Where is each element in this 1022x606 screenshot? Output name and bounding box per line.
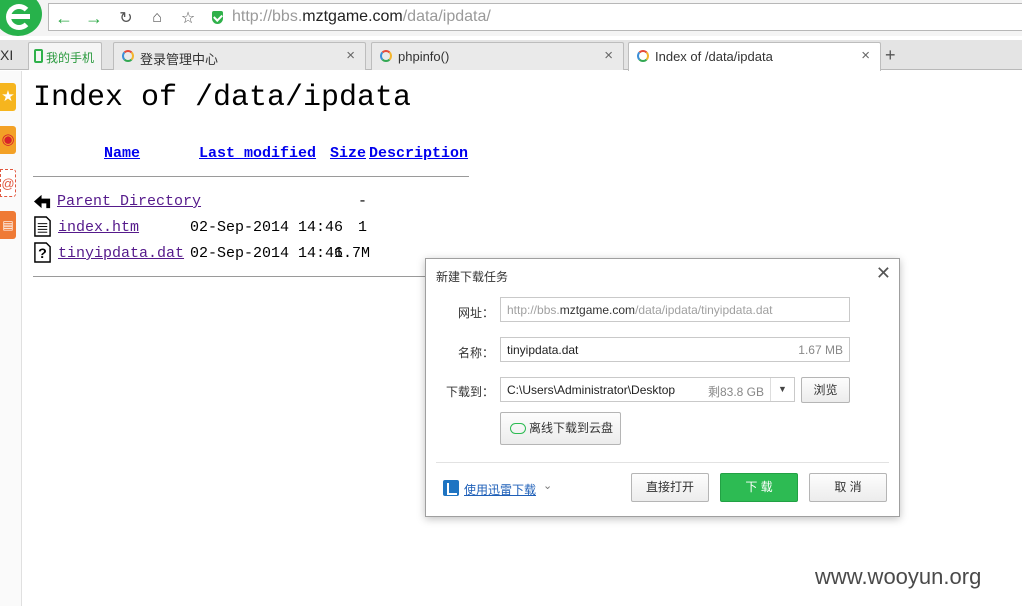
tab-phpinfo[interactable]: phpinfo() ×: [371, 42, 624, 70]
close-tab-icon[interactable]: ×: [604, 47, 613, 64]
dialog-url-path: /data/ipdata/tinyipdata.dat: [635, 303, 773, 317]
thunder-icon: [443, 480, 459, 496]
double-chevron-down-icon[interactable]: ⌄: [543, 479, 552, 492]
page-favicon-icon: [380, 50, 392, 62]
filename-label: 名称：: [457, 346, 494, 360]
tab-index-ipdata[interactable]: Index of /data/ipdata ×: [628, 42, 881, 71]
save-path-select[interactable]: C:\Users\Administrator\Desktop 剩83.8 GB …: [500, 377, 795, 402]
browser-toolbar: ← → ↻ ⌂ ☆ http://bbs.mztgame.com/data/ip…: [0, 0, 1022, 36]
tab-edge-label: XI: [0, 47, 14, 63]
filename-field[interactable]: tinyipdata.dat 1.67 MB: [500, 337, 850, 362]
watermark: www.wooyun.org: [815, 564, 982, 589]
file-link-tinyipdata-dat[interactable]: tinyipdata.dat: [58, 245, 184, 262]
mail-icon[interactable]: @: [0, 169, 16, 197]
download-url-field[interactable]: http://bbs.mztgame.com/data/ipdata/tinyi…: [500, 297, 850, 322]
bookmark-star-icon[interactable]: ☆: [177, 8, 199, 28]
new-download-dialog: 新建下载任务 ✕ 网址： http://bbs.mztgame.com/data…: [425, 258, 900, 517]
browse-button[interactable]: 浏览: [801, 377, 850, 403]
row-modified: 02-Sep-2014 14:46: [190, 245, 344, 262]
dialog-title: 新建下载任务: [436, 270, 509, 284]
row-size: 1: [358, 219, 368, 236]
open-directly-button[interactable]: 直接打开: [631, 473, 709, 502]
weibo-icon[interactable]: ◉: [0, 126, 16, 154]
save-path-value: C:\Users\Administrator\Desktop: [507, 383, 676, 397]
download-button[interactable]: 下 载: [720, 473, 798, 502]
filename-value: tinyipdata.dat: [507, 343, 579, 357]
page-favicon-icon: [637, 50, 649, 62]
svg-text:?: ?: [38, 246, 47, 262]
page-title: Index of /data/ipdata: [33, 81, 412, 115]
file-size: 1.67 MB: [798, 343, 843, 357]
back-arrow-icon[interactable]: ←: [53, 8, 75, 28]
close-tab-icon[interactable]: ×: [861, 47, 870, 64]
refresh-icon[interactable]: ↻: [115, 8, 137, 28]
chevron-down-icon[interactable]: ▼: [770, 378, 794, 401]
column-description-link[interactable]: Description: [369, 145, 468, 162]
save-to-label: 下载到：: [445, 385, 494, 399]
dialog-url-prefix: http://bbs.: [507, 303, 560, 317]
free-space: 剩83.8 GB: [707, 385, 764, 399]
tab-label: Index of /data/ipdata: [655, 49, 773, 64]
use-thunder-link[interactable]: 使用迅雷下载: [464, 481, 536, 498]
tab-label: 我的手机: [46, 51, 95, 65]
browser-logo-icon[interactable]: [0, 0, 42, 36]
tab-strip: XI 我的手机 登录管理中心 × phpinfo() × Index of /d…: [0, 40, 1022, 71]
column-last-modified-link[interactable]: Last modified: [199, 145, 316, 162]
cloud-icon: [510, 423, 526, 434]
phone-icon: [34, 49, 43, 63]
forward-arrow-icon[interactable]: →: [83, 8, 105, 28]
tab-label: phpinfo(): [398, 49, 450, 64]
column-size-link[interactable]: Size: [330, 145, 366, 162]
url-path: /data/ipdata/: [402, 8, 491, 25]
close-icon[interactable]: ✕: [876, 263, 891, 284]
url-label: 网址：: [457, 306, 494, 320]
left-sidebar: ★ ◉ @ ▤: [0, 71, 22, 606]
tab-my-phone[interactable]: 我的手机: [28, 42, 102, 70]
row-modified: 02-Sep-2014 14:46: [190, 219, 344, 236]
column-name-link[interactable]: Name: [104, 145, 140, 162]
text-file-icon: [34, 216, 51, 237]
dialog-url-domain: mztgame.com: [559, 303, 636, 317]
url-text[interactable]: http://bbs.mztgame.com/data/ipdata/: [232, 8, 491, 26]
parent-directory-link[interactable]: Parent Directory: [57, 193, 201, 210]
url-prefix: http://bbs.: [232, 8, 303, 25]
tab-label: 登录管理中心: [140, 52, 219, 67]
header-divider: [33, 176, 469, 177]
news-icon[interactable]: ▤: [0, 211, 16, 239]
dialog-divider: [436, 462, 889, 463]
url-domain: mztgame.com: [302, 8, 403, 25]
row-size: -: [358, 193, 368, 210]
footer-divider: [33, 276, 425, 277]
tab-login-admin[interactable]: 登录管理中心 ×: [113, 42, 366, 70]
home-icon[interactable]: ⌂: [146, 8, 168, 28]
offline-cloud-label: 离线下载到云盘: [529, 421, 614, 435]
security-shield-icon[interactable]: [212, 11, 223, 24]
address-bar[interactable]: ← → ↻ ⌂ ☆ http://bbs.mztgame.com/data/ip…: [48, 3, 1022, 31]
file-link-index-htm[interactable]: index.htm: [58, 219, 139, 236]
favorites-star-icon[interactable]: ★: [0, 83, 16, 111]
offline-cloud-download-button[interactable]: 离线下载到云盘: [500, 412, 621, 445]
cancel-button[interactable]: 取 消: [809, 473, 887, 502]
unknown-file-icon: ?: [34, 242, 51, 263]
close-tab-icon[interactable]: ×: [346, 47, 355, 64]
back-icon: [33, 194, 51, 209]
new-tab-button[interactable]: +: [885, 45, 896, 66]
row-size: 1.7M: [334, 245, 371, 262]
page-favicon-icon: [122, 50, 134, 62]
